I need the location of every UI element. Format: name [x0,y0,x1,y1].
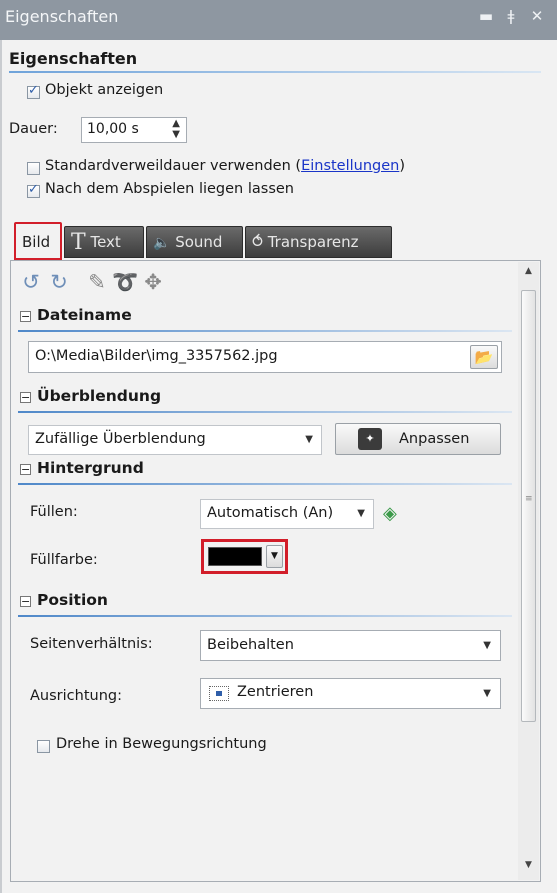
transition-select[interactable]: Zufällige Überblendung ▼ [28,425,322,455]
chevron-down-icon: ▼ [483,688,491,699]
minimize-icon[interactable]: ▬ [477,6,495,26]
scroll-down-icon[interactable]: ▼ [521,860,536,876]
tab-bild[interactable]: Bild [14,222,62,260]
section-divider [18,615,512,617]
close-icon[interactable]: ✕ [528,6,546,26]
fill-color-label: Füllfarbe: [30,552,98,568]
section-hintergrund[interactable]: − Hintergrund [18,459,512,485]
section-ueberblendung[interactable]: − Überblendung [18,387,512,413]
scrollbar-thumb[interactable]: ≡ [521,290,536,722]
pin-icon[interactable]: ǂ [502,6,520,26]
chevron-down-icon: ▼ [271,551,278,561]
move-icon[interactable]: ✥ [140,268,166,296]
browse-folder-button[interactable]: 📂 [470,345,498,369]
section-divider [18,483,512,485]
aspect-ratio-select[interactable]: Beibehalten ▼ [200,630,501,661]
rotate-direction-label: Drehe in Bewegungsrichtung [56,736,267,752]
stay-after-play-label: Nach dem Abspielen liegen lassen [45,181,294,197]
filename-value: O:\Media\Bilder\img_3357562.jpg [35,348,278,364]
text-icon: T [71,230,86,255]
section-divider [18,411,512,413]
fill-color-picker[interactable]: ▼ [201,539,288,574]
heading-divider [9,71,541,73]
fill-select[interactable]: Automatisch (An) ▼ [200,499,374,529]
duration-label: Dauer: [9,121,58,137]
duration-value: 10,00 s [87,121,139,137]
color-swatch [208,547,262,566]
window-titlebar: Eigenschaften ▬ ǂ ✕ [0,0,557,40]
section-divider [18,330,512,332]
rotate-left-icon[interactable]: ↺ [18,268,44,296]
chevron-down-icon: ▼ [357,508,365,519]
default-duration-checkbox[interactable] [27,162,40,175]
grip-icon: ≡ [525,494,533,504]
draw-icon[interactable]: ✎ [84,268,110,296]
window-title: Eigenschaften [5,7,119,26]
collapse-icon[interactable]: − [20,464,31,475]
scroll-up-icon[interactable]: ▲ [521,266,536,282]
settings-link[interactable]: Einstellungen [301,158,399,174]
refresh-icon[interactable]: ◈ [383,503,397,524]
collapse-icon[interactable]: − [20,596,31,607]
transition-value: Zufällige Überblendung [35,431,206,447]
stay-after-play-checkbox[interactable] [27,182,40,198]
alignment-label: Ausrichtung: [30,688,122,704]
filename-field[interactable]: O:\Media\Bilder\img_3357562.jpg 📂 [28,341,502,373]
tab-strip: Bild T Text 🔈 Sound ⥀ Transparenz [10,222,540,260]
alignment-value: Zentrieren [237,684,314,700]
aspect-ratio-value: Beibehalten [207,637,294,653]
aspect-ratio-label: Seitenverhältnis: [30,636,153,652]
chevron-down-icon: ▼ [483,640,491,651]
adjust-button[interactable]: ✦ Anpassen [335,423,501,455]
collapse-icon[interactable]: − [20,311,31,322]
rotate-direction-checkbox[interactable] [37,740,50,753]
default-duration-label: Standardverweildauer verwenden (Einstell… [45,158,406,174]
section-dateiname[interactable]: − Dateiname [18,306,512,332]
chevron-down-icon: ▼ [305,434,313,445]
rotate-right-icon[interactable]: ↻ [46,268,72,296]
color-dropdown-button[interactable]: ▼ [266,545,283,568]
duration-stepper[interactable]: 10,00 s ▲ ▼ [81,117,187,143]
section-position[interactable]: − Position [18,591,512,617]
tab-text[interactable]: T Text [64,226,144,258]
fill-value: Automatisch (An) [207,505,334,521]
folder-icon: 📂 [474,348,494,366]
show-object-checkbox[interactable] [27,83,40,99]
align-center-icon [209,686,229,701]
show-object-label: Objekt anzeigen [45,82,164,98]
stepper-arrows-icon[interactable]: ▲ ▼ [172,118,180,140]
tab-sound[interactable]: 🔈 Sound [146,226,243,258]
panel-heading: Eigenschaften [9,49,138,68]
path-icon[interactable]: ➰ [112,268,138,296]
speaker-icon: 🔈 [153,235,171,251]
fill-label: Füllen: [30,504,78,520]
collapse-icon[interactable]: − [20,392,31,403]
alignment-select[interactable]: Zentrieren ▼ [200,678,501,709]
customize-icon: ✦ [358,428,382,450]
tab-transparenz[interactable]: ⥀ Transparenz [245,226,392,258]
transparency-icon: ⥀ [252,232,263,251]
vertical-scrollbar[interactable]: ▲ ≡ ▼ [518,262,539,880]
